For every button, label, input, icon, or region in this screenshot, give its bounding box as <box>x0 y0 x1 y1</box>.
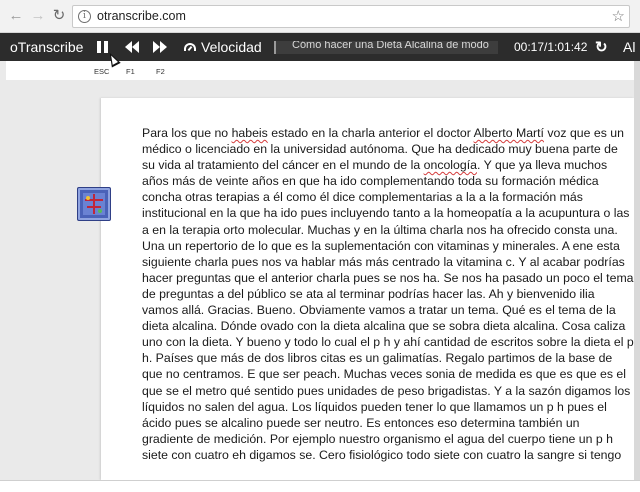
transcript-line: Para los que no habeis estado en la char… <box>142 125 624 141</box>
url-text[interactable]: otranscribe.com <box>97 9 186 23</box>
brand-title[interactable]: oTranscribe <box>10 39 83 55</box>
transcript-text-run: a en la terapia orto molecular. Muchas y… <box>142 222 618 237</box>
app-avatar-icon[interactable] <box>77 187 111 221</box>
transcript-text-run: estado en la charla anterior el doctor <box>267 126 474 140</box>
transcript-text-run: su vida al tratamiento del cáncer en el … <box>142 158 424 173</box>
transcript-line: dieta alcalina. Dónde ovado con la dieta… <box>142 318 626 334</box>
rewind-shortcut-hint: F1 <box>126 67 135 76</box>
fast-forward-icon <box>153 41 167 53</box>
transcript-line: h. Países que más de dos libros citas es… <box>142 350 624 366</box>
transcript-line: uno con la dieta. Y bueno y todo lo cual… <box>142 334 634 350</box>
media-title-bar[interactable]: Cómo hacer una Dieta Alcalina de modo <box>274 41 498 54</box>
transcript-line: líquidos no salen del agua. Los líquidos… <box>142 399 624 415</box>
transcript-text-run: de preguntas a del público se ata al ter… <box>142 286 595 301</box>
transcript-line: siguiente charla pues nos va hablar más … <box>142 254 625 270</box>
misspelled-word: oncología <box>423 158 477 173</box>
misspelled-word: Alberto Martí <box>473 126 544 140</box>
forward-arrow-icon[interactable]: → <box>30 8 46 24</box>
transcript-text-run: siete con cuatro eh digamos se. Cero fis… <box>142 447 622 462</box>
transcript-line: vamos allá. Gracias. Bueno. Obviamente v… <box>142 302 624 318</box>
fast-forward-button[interactable] <box>149 33 171 61</box>
transcript-text-run: dieta alcalina. Dónde ovado con la dieta… <box>142 319 626 334</box>
transcript-line: que se el metro qué sentido pues unidade… <box>142 383 630 399</box>
pause-shortcut-hint: ESC <box>94 67 110 76</box>
transcript-text-run: médico o licenciado en la universidad au… <box>142 142 618 157</box>
misspelled-word: habeis <box>231 126 268 140</box>
address-bar[interactable]: i otranscribe.com ☆ <box>72 5 630 28</box>
transcript-line: médico o licenciado en la universidad au… <box>142 141 624 157</box>
transcript-line: concha otras terapias a él como él dice … <box>142 189 624 205</box>
reload-icon[interactable]: ↻ <box>51 8 67 24</box>
window-scrollbar[interactable] <box>634 61 640 492</box>
transcript-text-run: que se el metro qué sentido pues unidade… <box>142 383 631 398</box>
transcript-text[interactable]: Para los que no habeis estado en la char… <box>142 125 634 463</box>
transcript-line: siete con cuatro eh digamos se. Cero fis… <box>142 447 624 463</box>
transcript-text-run: institucional en la que ha ido pues incl… <box>142 206 630 221</box>
transcript-line: Una un repertorio de lo que es la suplem… <box>142 238 624 254</box>
toolbar-overflow-label[interactable]: Al <box>623 39 635 55</box>
transcript-line: que no centramos. E que ser peach. Mucha… <box>142 366 626 382</box>
star-icon[interactable]: ☆ <box>612 7 625 25</box>
info-icon[interactable]: i <box>78 10 91 23</box>
transcript-line: a en la terapia orto molecular. Muchas y… <box>142 222 624 238</box>
transcript-text-run: ácido pues se alcalino puede ser neutro.… <box>142 415 580 430</box>
transcript-text-run: concha otras terapias a él como él dice … <box>142 190 583 205</box>
forward-shortcut-hint: F2 <box>156 67 165 76</box>
transcript-line: hacer preguntas que el anterior charla p… <box>142 270 634 286</box>
transcript-line: su vida al tratamiento del cáncer en el … <box>142 157 624 173</box>
transcript-text-run: siguiente charla pues nos va hablar más … <box>142 254 625 269</box>
transcript-line: de preguntas a del público se ata al ter… <box>142 286 624 302</box>
transcript-text-run: voz que es un <box>543 126 624 140</box>
transcript-line: ácido pues se alcalino puede ser neutro.… <box>142 415 624 431</box>
transcript-line: años más de veinte años en que ha ido co… <box>142 173 624 189</box>
transcript-text-run: . Y que ya lleva muchos <box>476 158 608 173</box>
transcript-line: institucional en la que ha ido pues incl… <box>142 205 629 221</box>
speed-label: Velocidad <box>201 39 262 55</box>
transcript-text-run: hacer preguntas que el anterior charla p… <box>142 270 634 285</box>
window-bottom-edge <box>0 480 640 492</box>
transcript-text-run: años más de veinte años en que ha ido co… <box>142 174 599 189</box>
media-title: Cómo hacer una Dieta Alcalina de modo <box>292 41 489 51</box>
transcript-text-run: uno con la dieta. Y bueno y todo lo cual… <box>142 335 634 350</box>
editor-workspace: Para los que no habeis estado en la char… <box>6 80 634 480</box>
back-arrow-icon[interactable]: ← <box>8 8 24 24</box>
transcript-text-run: Una un repertorio de lo que es la suplem… <box>142 238 620 253</box>
rewind-icon <box>125 41 139 53</box>
speed-button[interactable]: Velocidad <box>184 33 262 61</box>
transcript-text-run: que no centramos. E que ser peach. Mucha… <box>142 367 626 382</box>
transcript-text-run: Para los que no <box>142 126 232 140</box>
transcript-text-run: h. Países que más de dos libros citas es… <box>142 351 613 366</box>
app-toolbar: oTranscribe Velocidad Cómo hacer una Die… <box>0 33 640 61</box>
transcript-line: gradiente de medición. Por ejemplo nuest… <box>142 431 624 447</box>
transcript-text-run: líquidos no salen del agua. Los líquidos… <box>142 399 607 414</box>
transcript-text-run: gradiente de medición. Por ejemplo nuest… <box>142 431 613 446</box>
transcript-page[interactable]: Para los que no habeis estado en la char… <box>101 98 634 480</box>
pause-icon <box>96 41 108 53</box>
browser-toolbar: ← → ↻ i otranscribe.com ☆ <box>0 0 640 33</box>
rewind-button[interactable] <box>121 33 143 61</box>
timecode: 00:17/1:01:42 <box>514 40 588 54</box>
speedometer-icon <box>184 43 196 51</box>
transcript-text-run: vamos allá. Gracias. Bueno. Obviamente v… <box>142 303 616 318</box>
refresh-icon[interactable]: ↻ <box>595 38 608 56</box>
